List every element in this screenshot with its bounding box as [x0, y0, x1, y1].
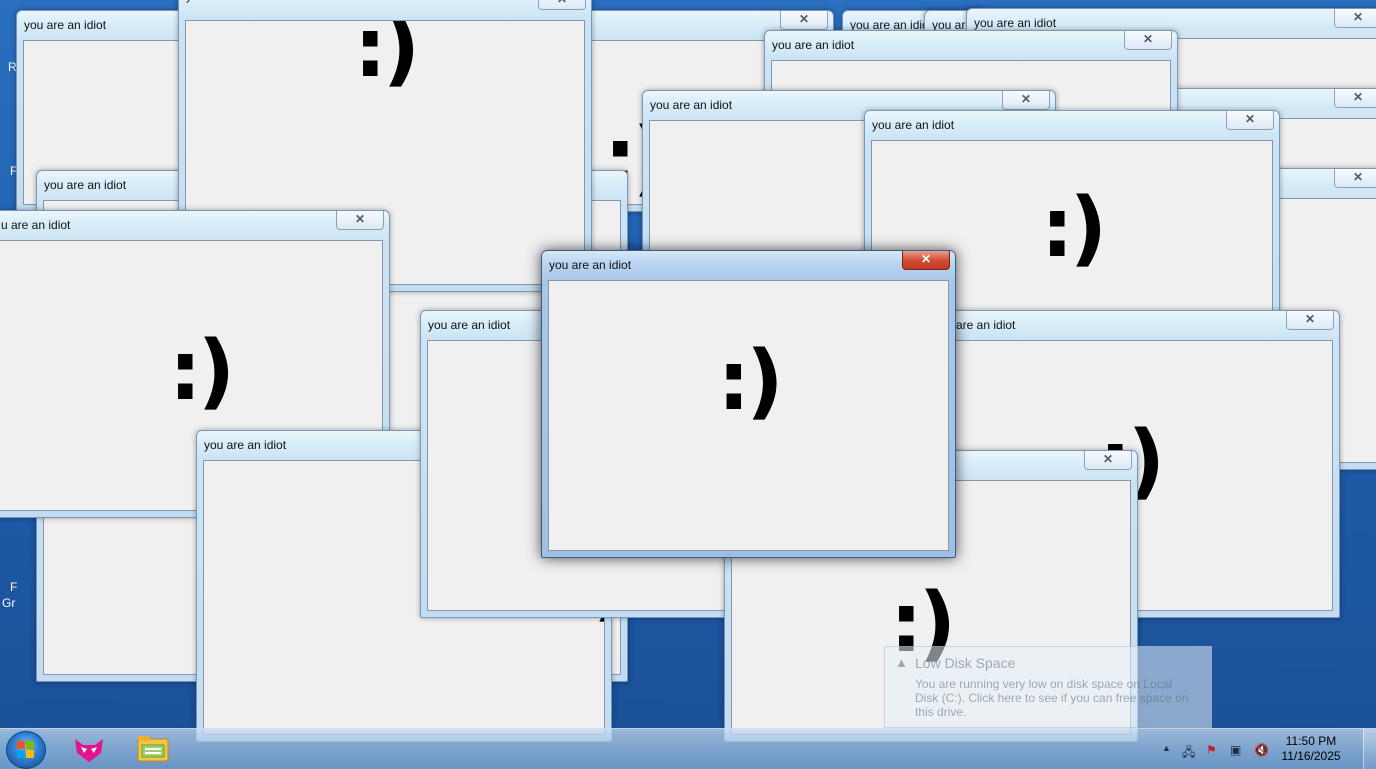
smiley-face: :)	[353, 20, 420, 96]
window-title: you are an idiot	[44, 178, 127, 192]
system-tray: ▲ 🖧 ⚑ ▣ 🔇 11:50 PM 11/16/2025	[1146, 729, 1376, 769]
show-desktop-button[interactable]	[1363, 729, 1376, 769]
close-icon[interactable]: ✕	[1286, 311, 1334, 330]
taskbar: ▲ 🖧 ⚑ ▣ 🔇 11:50 PM 11/16/2025	[0, 728, 1376, 769]
window-title: you are an idiot	[650, 98, 733, 112]
window-title: you are an idiot	[186, 0, 268, 3]
show-hidden-icons-button[interactable]: ▲	[1162, 743, 1171, 753]
window-title: are an idiot	[956, 318, 1016, 332]
close-icon[interactable]: ✕	[1334, 89, 1376, 108]
desktop-label-fragment: Gr	[2, 596, 16, 610]
window-title: you are an idiot	[772, 38, 855, 52]
notification-title: Low Disk Space	[915, 655, 1016, 671]
smiley-face: :)	[717, 333, 783, 429]
start-button[interactable]	[6, 731, 46, 769]
windows-logo-icon	[17, 741, 35, 759]
file-explorer-icon[interactable]	[136, 733, 170, 765]
clock-date: 11/16/2025	[1281, 749, 1341, 763]
window-title: u are an idiot	[1, 218, 71, 232]
window-title: you are an idiot	[204, 438, 287, 452]
close-icon[interactable]: ✕	[1226, 111, 1274, 130]
close-icon[interactable]: ✕	[538, 0, 586, 10]
close-button[interactable]: ✕	[902, 251, 950, 270]
warning-icon: ▲	[895, 655, 908, 670]
close-icon[interactable]: ✕	[1334, 9, 1376, 28]
smiley-face: :)	[168, 323, 235, 419]
window-client: :)	[548, 280, 949, 551]
close-icon[interactable]: ✕	[780, 11, 828, 30]
window-title: you are an idiot	[549, 258, 632, 272]
close-icon[interactable]: ✕	[1334, 169, 1376, 188]
clock[interactable]: 11:50 PM 11/16/2025	[1276, 734, 1346, 764]
close-icon[interactable]: ✕	[1002, 91, 1050, 110]
close-icon[interactable]: ✕	[1124, 31, 1172, 50]
window-title: you are an idiot	[24, 18, 107, 32]
network-tray-icon[interactable]: 🖧	[1182, 743, 1195, 764]
firefox-icon[interactable]	[72, 733, 106, 765]
window-title: you are an idiot	[428, 318, 511, 332]
desktop-label-fragment: F	[10, 580, 18, 594]
clock-time: 11:50 PM	[1285, 734, 1337, 748]
action-center-flag-icon[interactable]: ⚑	[1206, 743, 1217, 757]
low-disk-space-notification[interactable]: ▲ Low Disk Space You are running very lo…	[884, 646, 1212, 728]
close-icon[interactable]: ✕	[1084, 451, 1132, 470]
display-tray-icon[interactable]: ▣	[1230, 743, 1241, 757]
close-icon[interactable]: ✕	[336, 211, 384, 230]
window-title: you are an idiot	[872, 118, 955, 132]
notification-body: You are running very low on disk space o…	[915, 677, 1189, 719]
volume-muted-icon[interactable]: 🔇	[1254, 743, 1269, 757]
idiot-window-active[interactable]: you are an idiot ✕ :)	[541, 250, 956, 558]
window-title: you are an idiot	[974, 16, 1057, 30]
